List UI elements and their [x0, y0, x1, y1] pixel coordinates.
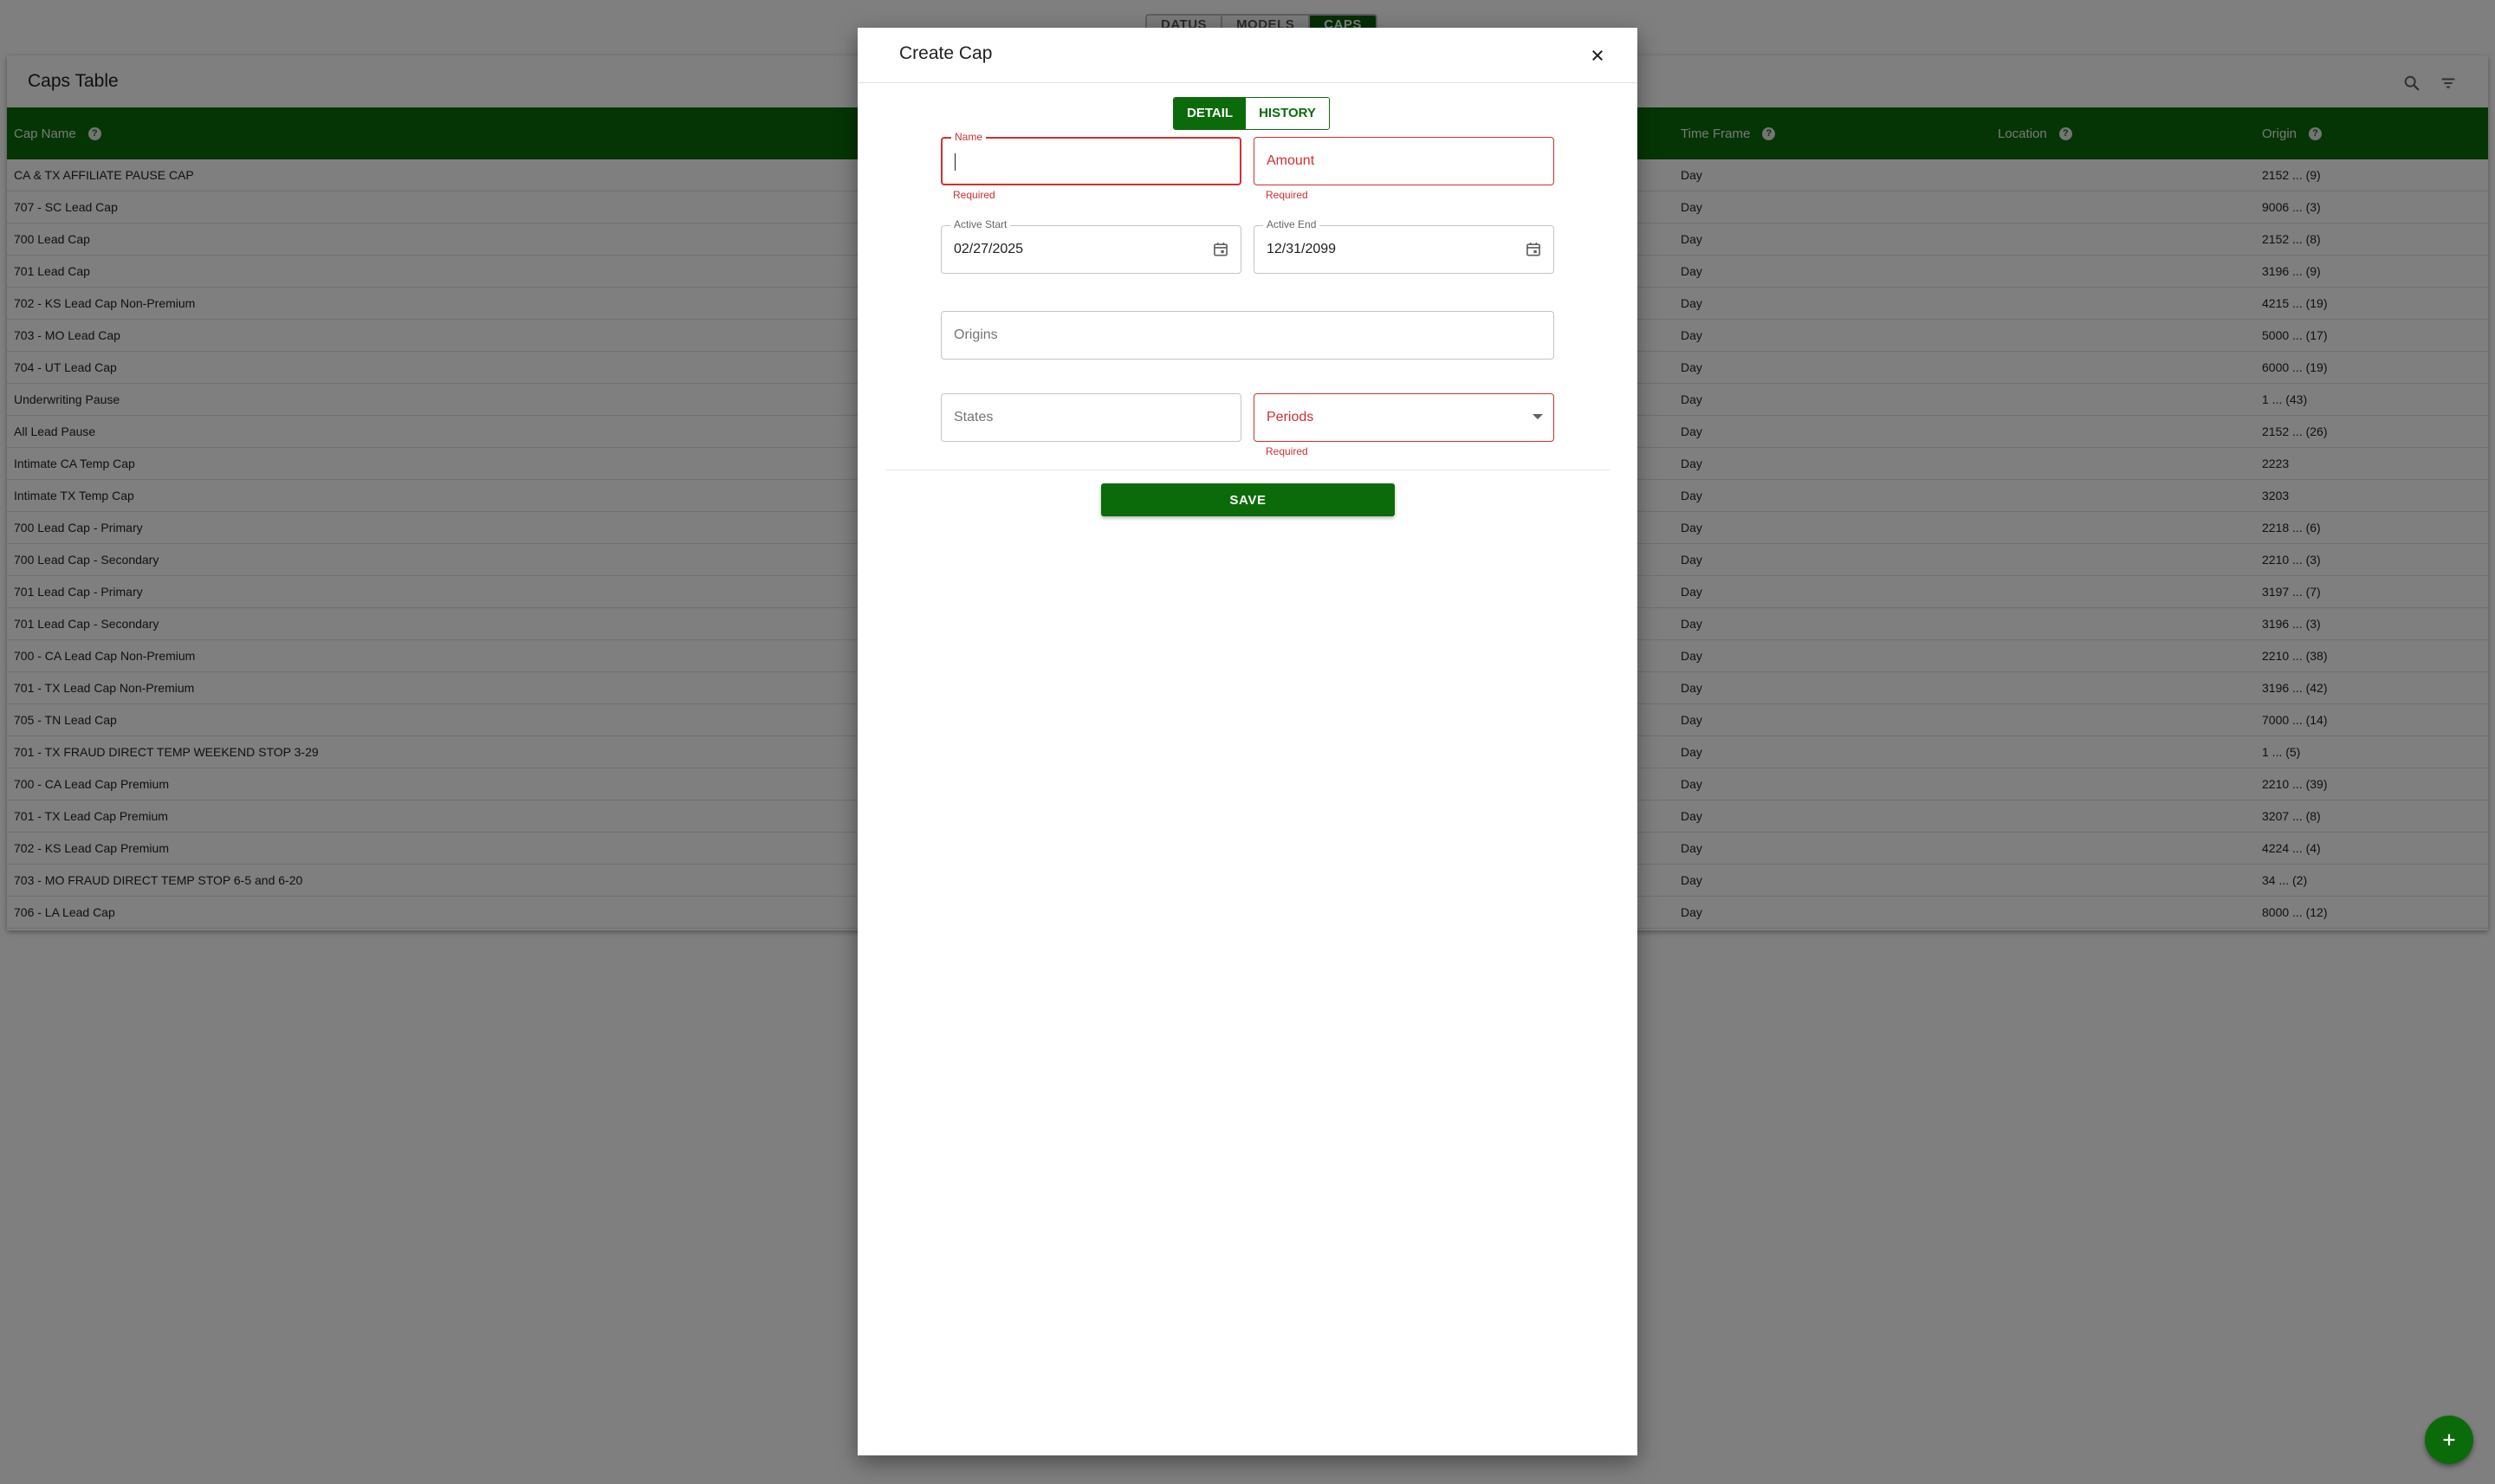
periods-select[interactable]: Periods — [1254, 393, 1554, 442]
dialog-header: Create Cap — [858, 28, 1637, 83]
periods-helper-text: Required — [1266, 445, 1308, 457]
name-helper-text: Required — [953, 189, 995, 201]
states-placeholder: States — [954, 410, 994, 424]
tab-history[interactable]: HISTORY — [1246, 98, 1329, 129]
chevron-down-icon — [1533, 414, 1543, 419]
detail-history-toggle: DETAIL HISTORY — [1173, 97, 1330, 130]
periods-placeholder: Periods — [1267, 410, 1314, 424]
amount-placeholder: Amount — [1267, 153, 1315, 168]
close-icon — [1592, 50, 1603, 61]
add-cap-button[interactable] — [2425, 1416, 2473, 1464]
save-button[interactable]: SAVE — [1101, 483, 1395, 516]
tab-detail[interactable]: DETAIL — [1174, 98, 1247, 129]
origins-field[interactable]: Origins — [941, 311, 1554, 360]
origins-placeholder: Origins — [954, 327, 998, 342]
amount-helper-text: Required — [1266, 189, 1308, 201]
create-cap-dialog: Create Cap DETAIL HISTORY Name Required … — [858, 28, 1637, 1455]
dialog-title: Create Cap — [899, 43, 993, 63]
text-cursor — [955, 153, 956, 171]
active-end-field[interactable]: Active End 12/31/2099 — [1254, 218, 1554, 274]
name-field[interactable]: Name — [941, 131, 1241, 185]
calendar-icon[interactable] — [1209, 238, 1232, 261]
add-icon — [2443, 1434, 2455, 1446]
active-start-value: 02/27/2025 — [954, 242, 1024, 256]
active-start-field[interactable]: Active Start 02/27/2025 — [941, 218, 1241, 274]
active-end-value: 12/31/2099 — [1267, 242, 1337, 256]
close-button[interactable] — [1584, 42, 1611, 69]
name-label: Name — [951, 131, 987, 143]
amount-field[interactable]: Amount — [1254, 137, 1554, 185]
calendar-icon[interactable] — [1522, 238, 1545, 261]
states-field[interactable]: States — [941, 393, 1241, 442]
